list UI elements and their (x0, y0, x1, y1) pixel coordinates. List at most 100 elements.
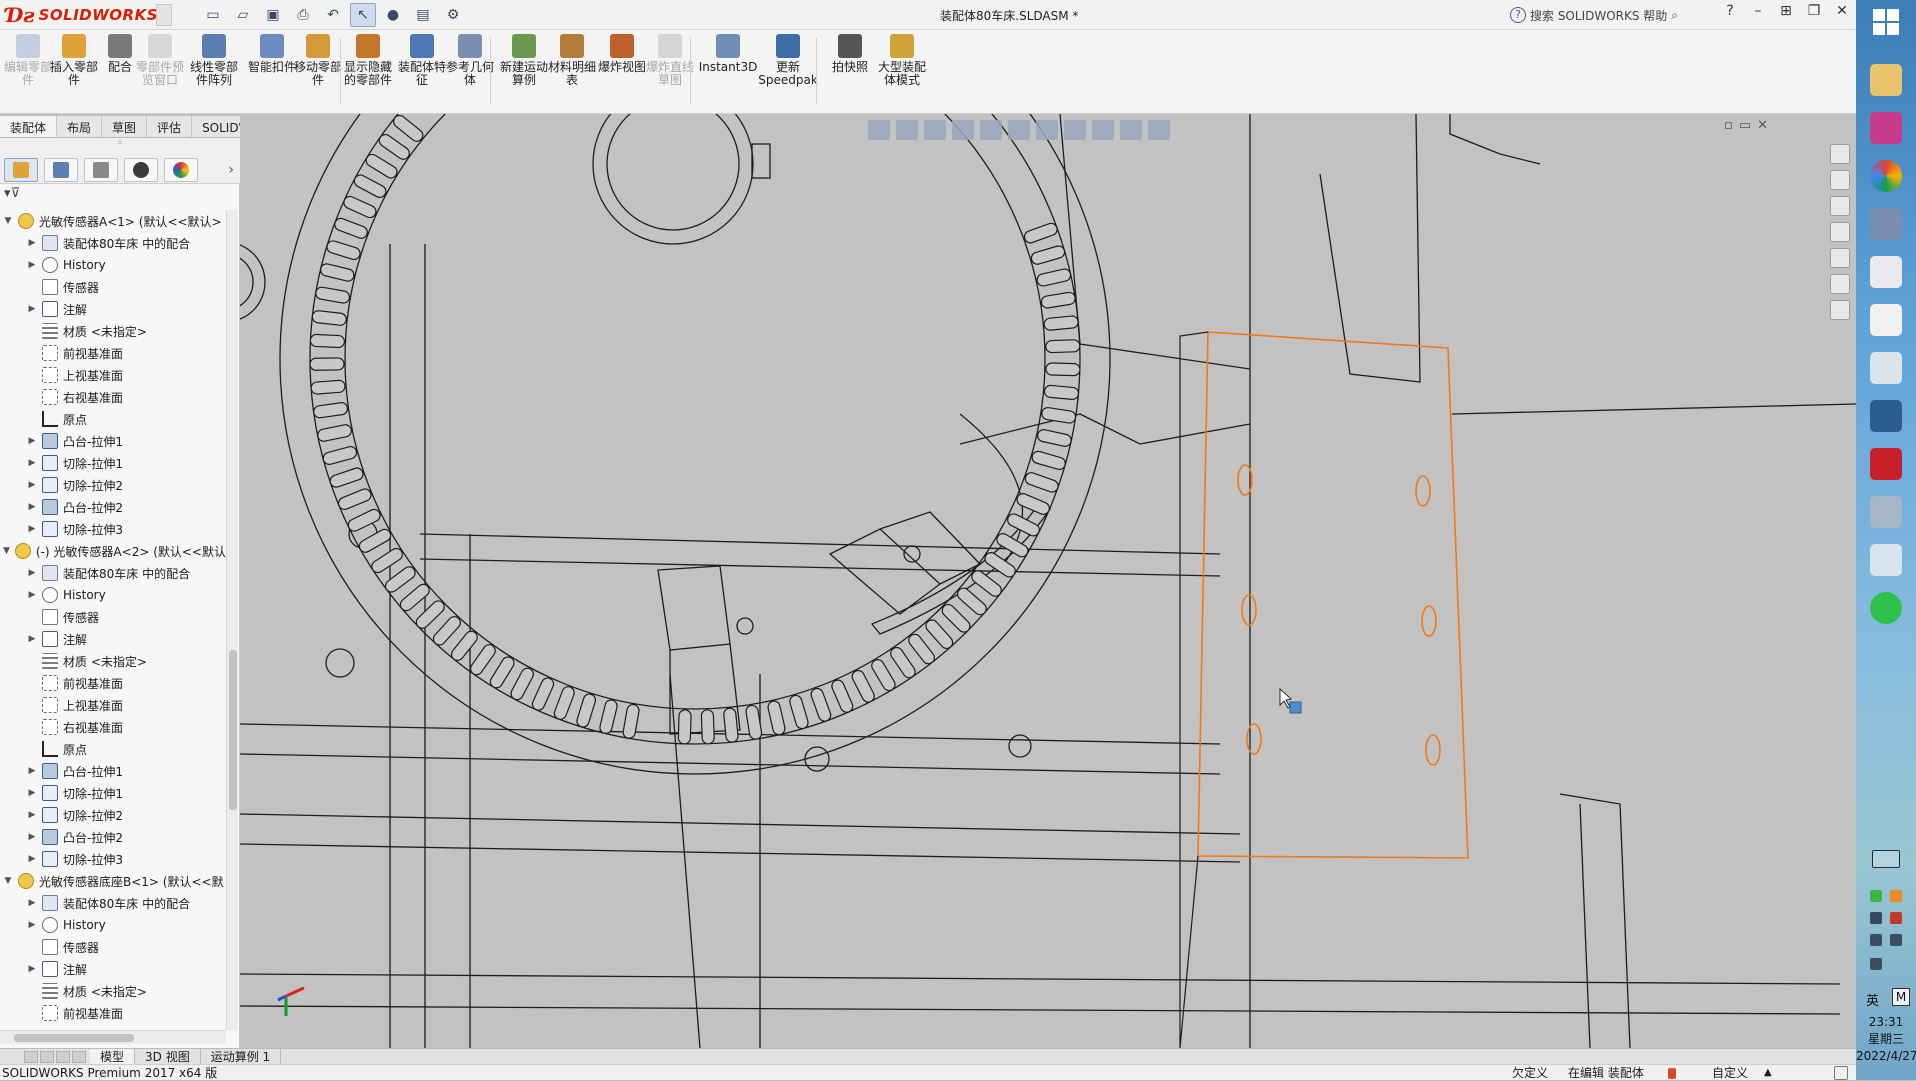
app-icon[interactable] (1870, 112, 1902, 144)
battery-icon[interactable] (1870, 934, 1882, 946)
solidworks-logo[interactable]: Ɗƨ SOLIDWORKS (6, 2, 158, 28)
expand-toggle-icon[interactable]: ▶ (26, 854, 38, 864)
view-palette-icon[interactable] (1830, 222, 1850, 242)
tree-feature-node[interactable]: 材质 <未指定> (0, 980, 226, 1002)
assembly-model-drawing[interactable] (240, 114, 1856, 1048)
expand-toggle-icon[interactable]: ▶ (26, 964, 38, 974)
save-icon[interactable]: ▣ (260, 3, 286, 27)
expand-toggle-icon[interactable]: ▶ (26, 590, 38, 600)
tree-feature-node[interactable]: 上视基准面 (0, 364, 226, 386)
zoom-to-area-icon[interactable] (896, 120, 918, 140)
wechat-icon[interactable] (1870, 592, 1902, 624)
unit-system[interactable]: 自定义 (1712, 1065, 1748, 1081)
dynamic-annotation-icon[interactable] (980, 120, 1002, 140)
app-icon[interactable] (1870, 400, 1902, 432)
ribbon-button-17[interactable]: 大型装配体模式 (878, 34, 926, 110)
panel-grip-icon[interactable]: ◦ (0, 138, 240, 156)
unit-menu-up-icon[interactable]: ▲ (1764, 1065, 1772, 1081)
tree-feature-node[interactable]: ▶ 装配体80车床 中的配合 (0, 562, 226, 584)
viewport-close-icon[interactable]: ✕ (1757, 118, 1768, 133)
tree-feature-node[interactable]: 传感器 (0, 276, 226, 298)
edit-appearance-icon[interactable] (1092, 120, 1114, 140)
close-icon[interactable]: ✕ (1832, 3, 1852, 19)
property-manager-tab[interactable] (44, 157, 78, 182)
expand-toggle-icon[interactable]: ▶ (26, 898, 38, 908)
rebuild-icon[interactable]: ● (380, 3, 406, 27)
tree-feature-node[interactable]: 前视基准面 (0, 342, 226, 364)
tray-app-icon[interactable] (1890, 890, 1902, 902)
expand-toggle-icon[interactable]: ▼ (2, 546, 11, 556)
first-tab-icon[interactable] (24, 1050, 38, 1063)
tree-feature-node[interactable]: ▶ 凸台-拉伸2 (0, 826, 226, 848)
new-document-icon[interactable]: ▭ (200, 3, 226, 27)
appearances-icon[interactable] (1830, 248, 1850, 268)
configuration-manager-tab[interactable] (84, 157, 118, 182)
ribbon-button-6[interactable]: 移动零部件 (294, 34, 342, 110)
display-style-icon[interactable] (1036, 120, 1058, 140)
tree-component-node[interactable]: ▼ 光敏传感器A<1> (默认<<默认> (0, 210, 226, 232)
expand-toggle-icon[interactable]: ▶ (26, 766, 38, 776)
model-tab-1[interactable]: 3D 视图 (135, 1048, 201, 1065)
undo-icon[interactable]: ↶ (320, 3, 346, 27)
ribbon-button-13[interactable]: 爆炸直线草图 (646, 34, 694, 110)
flag-icon[interactable] (1870, 958, 1882, 970)
tree-feature-node[interactable]: ▶ 切除-拉伸2 (0, 804, 226, 826)
tree-feature-node[interactable]: 上视基准面 (0, 694, 226, 716)
ribbon-button-7[interactable]: 显示隐藏的零部件 (344, 34, 392, 110)
expand-toggle-icon[interactable]: ▶ (26, 502, 38, 512)
print-icon[interactable]: ⎙ (290, 3, 316, 27)
tree-feature-node[interactable]: ▶ 切除-拉伸3 (0, 848, 226, 870)
ribbon-button-0[interactable]: 编辑零部件 (4, 34, 52, 110)
file-properties-icon[interactable]: ▤ (410, 3, 436, 27)
solidworks-2017-icon[interactable] (1870, 448, 1902, 480)
minimize-icon[interactable]: – (1748, 3, 1768, 19)
view-settings-icon[interactable] (1148, 120, 1170, 140)
tab-3[interactable]: 评估 (147, 116, 193, 137)
tray-app-icon[interactable] (1870, 890, 1882, 902)
tree-feature-node[interactable]: ▶ 凸台-拉伸1 (0, 430, 226, 452)
ribbon-button-3[interactable]: 零部件预览窗口 (136, 34, 184, 110)
search-icon[interactable]: ⌕ (1671, 8, 1678, 23)
ribbon-button-15[interactable]: 更新Speedpak (758, 34, 818, 110)
tree-feature-node[interactable]: 原点 (0, 738, 226, 760)
ribbon-button-10[interactable]: 新建运动算例 (500, 34, 548, 110)
model-tab-0[interactable]: 模型 (90, 1048, 136, 1065)
expand-toggle-icon[interactable]: ▶ (26, 832, 38, 842)
ime-mode[interactable]: M (1892, 988, 1910, 1006)
notepad-icon[interactable] (1870, 544, 1902, 576)
tree-feature-node[interactable]: ▶ 注解 (0, 628, 226, 650)
network-icon[interactable] (1870, 912, 1882, 924)
paint-icon[interactable] (1870, 256, 1902, 288)
display-manager-tab[interactable] (164, 157, 198, 182)
ribbon-button-5[interactable]: 智能扣件 (248, 34, 296, 110)
tree-feature-node[interactable]: 前视基准面 (0, 672, 226, 694)
ribbon-button-11[interactable]: 材料明细表 (548, 34, 596, 110)
tree-component-node[interactable]: ▼ 光敏传感器底座B<1> (默认<<默 (0, 870, 226, 892)
last-tab-icon[interactable] (72, 1050, 86, 1063)
ribbon-button-16[interactable]: 拍快照 (826, 34, 874, 110)
help-search[interactable]: ? 搜索 SOLIDWORKS 帮助 ⌕ (1510, 4, 1700, 26)
hide-show-items-icon[interactable] (1064, 120, 1086, 140)
feature-manager-tab[interactable] (4, 157, 38, 182)
tab-2[interactable]: 草图 (102, 116, 148, 137)
expand-toggle-icon[interactable]: ▶ (26, 568, 38, 578)
tree-feature-node[interactable]: 右视基准面 (0, 716, 226, 738)
apply-scene-icon[interactable] (1120, 120, 1142, 140)
system-clock[interactable]: 23:31 星期三 2022/4/27 (1856, 1014, 1916, 1065)
ribbon-button-9[interactable]: 参考几何体 (446, 34, 494, 110)
tree-horizontal-scrollbar[interactable] (0, 1030, 226, 1044)
tree-feature-node[interactable]: 前视基准面 (0, 1002, 226, 1024)
expand-toggle-icon[interactable]: ▶ (26, 524, 38, 534)
expand-toggle-icon[interactable]: ▶ (26, 480, 38, 490)
tree-feature-node[interactable]: 材质 <未指定> (0, 320, 226, 342)
viewport-tile-icon[interactable]: ▭ (1739, 118, 1751, 133)
ribbon-button-4[interactable]: 线性零部件阵列 (190, 34, 238, 110)
tree-feature-node[interactable]: 传感器 (0, 936, 226, 958)
expand-toggle-icon[interactable]: ▶ (26, 634, 38, 644)
tree-feature-node[interactable]: 材质 <未指定> (0, 650, 226, 672)
help-menu-icon[interactable]: ? (1720, 3, 1740, 19)
tree-feature-node[interactable]: ▶ 装配体80车床 中的配合 (0, 892, 226, 914)
graphics-area[interactable]: ▫ ▭ ✕ (240, 114, 1856, 1048)
file-explorer-app-icon[interactable] (1870, 64, 1902, 96)
expand-toggle-icon[interactable]: ▶ (26, 260, 38, 270)
